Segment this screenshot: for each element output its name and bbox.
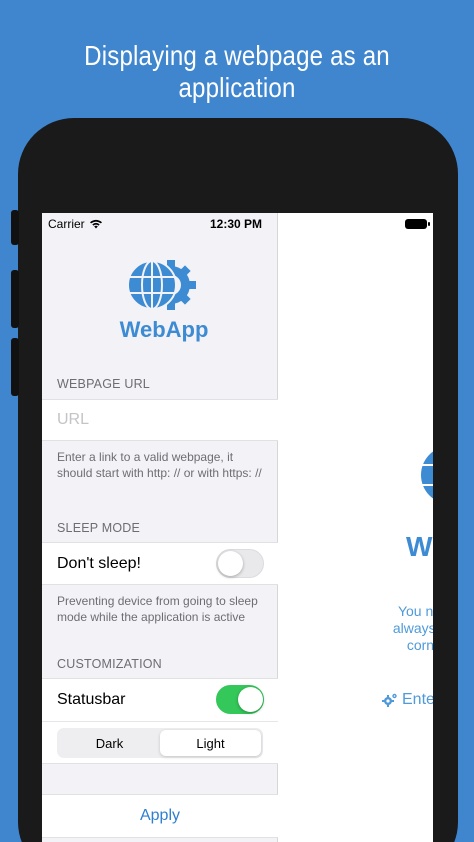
preview-enter-link[interactable]: Ente: [382, 691, 433, 709]
segment-dark[interactable]: Dark: [59, 730, 160, 756]
toggle-knob: [218, 551, 243, 576]
url-cell: [42, 399, 278, 441]
clock: 12:30 PM: [210, 217, 263, 231]
sleep-mode-footer: Preventing device from going to sleep mo…: [57, 594, 258, 624]
apply-button[interactable]: Apply: [42, 794, 278, 838]
preview-message-line: cen: [308, 654, 433, 671]
phone-volume-up-button: [11, 270, 19, 328]
segment-light[interactable]: Light: [160, 730, 261, 756]
headline: Displaying a webpage as an application: [84, 40, 390, 103]
app-logo-text: WebApp: [119, 317, 209, 342]
gears-icon: [382, 693, 397, 707]
webpage-url-footer: Enter a link to a valid webpage, it shou…: [57, 450, 262, 480]
carrier-indicator: Carrier: [48, 217, 103, 231]
enter-link-label: Ente: [402, 691, 433, 708]
statusbar-toggle[interactable]: [216, 685, 264, 714]
preview-message-line: You need to enter: [397, 603, 433, 619]
preview-message: You need to enter always change it b cor…: [308, 603, 433, 671]
phone-volume-down-button: [11, 338, 19, 396]
sleep-mode-cell: Don't sleep!: [42, 542, 278, 585]
dont-sleep-toggle[interactable]: [216, 549, 264, 578]
preview-message-line: corner of the scr: [406, 637, 433, 653]
webapp-preview-panel: Wb You need to enter always change it b …: [278, 213, 433, 842]
phone-side-button: [11, 210, 19, 245]
status-bar: Carrier 12:30 PM: [42, 213, 277, 235]
customization-cell: Statusbar Dark Light: [42, 678, 278, 764]
phone-screen: Carrier 12:30 PM WebApp WEBPAGE URL URL …: [42, 213, 433, 842]
carrier-label: Carrier: [48, 217, 85, 231]
toggle-knob: [238, 687, 263, 712]
battery-icon: [405, 219, 430, 229]
preview-globe-icon: [421, 451, 433, 499]
wifi-icon: [89, 219, 102, 229]
customization-header: CUSTOMIZATION: [57, 657, 162, 671]
statusbar-label: Statusbar: [57, 691, 126, 708]
preview-message-line: always change it b: [392, 620, 433, 636]
sleep-mode-header: SLEEP MODE: [57, 521, 141, 535]
url-input[interactable]: [42, 400, 278, 440]
theme-row: Dark Light: [42, 721, 278, 765]
webpage-url-header: WEBPAGE URL: [57, 377, 150, 391]
settings-panel: Carrier 12:30 PM WebApp WEBPAGE URL URL …: [42, 213, 278, 842]
dont-sleep-label: Don't sleep!: [57, 555, 141, 572]
theme-segmented-control: Dark Light: [57, 728, 263, 758]
preview-logo-text: Wb: [406, 531, 433, 562]
